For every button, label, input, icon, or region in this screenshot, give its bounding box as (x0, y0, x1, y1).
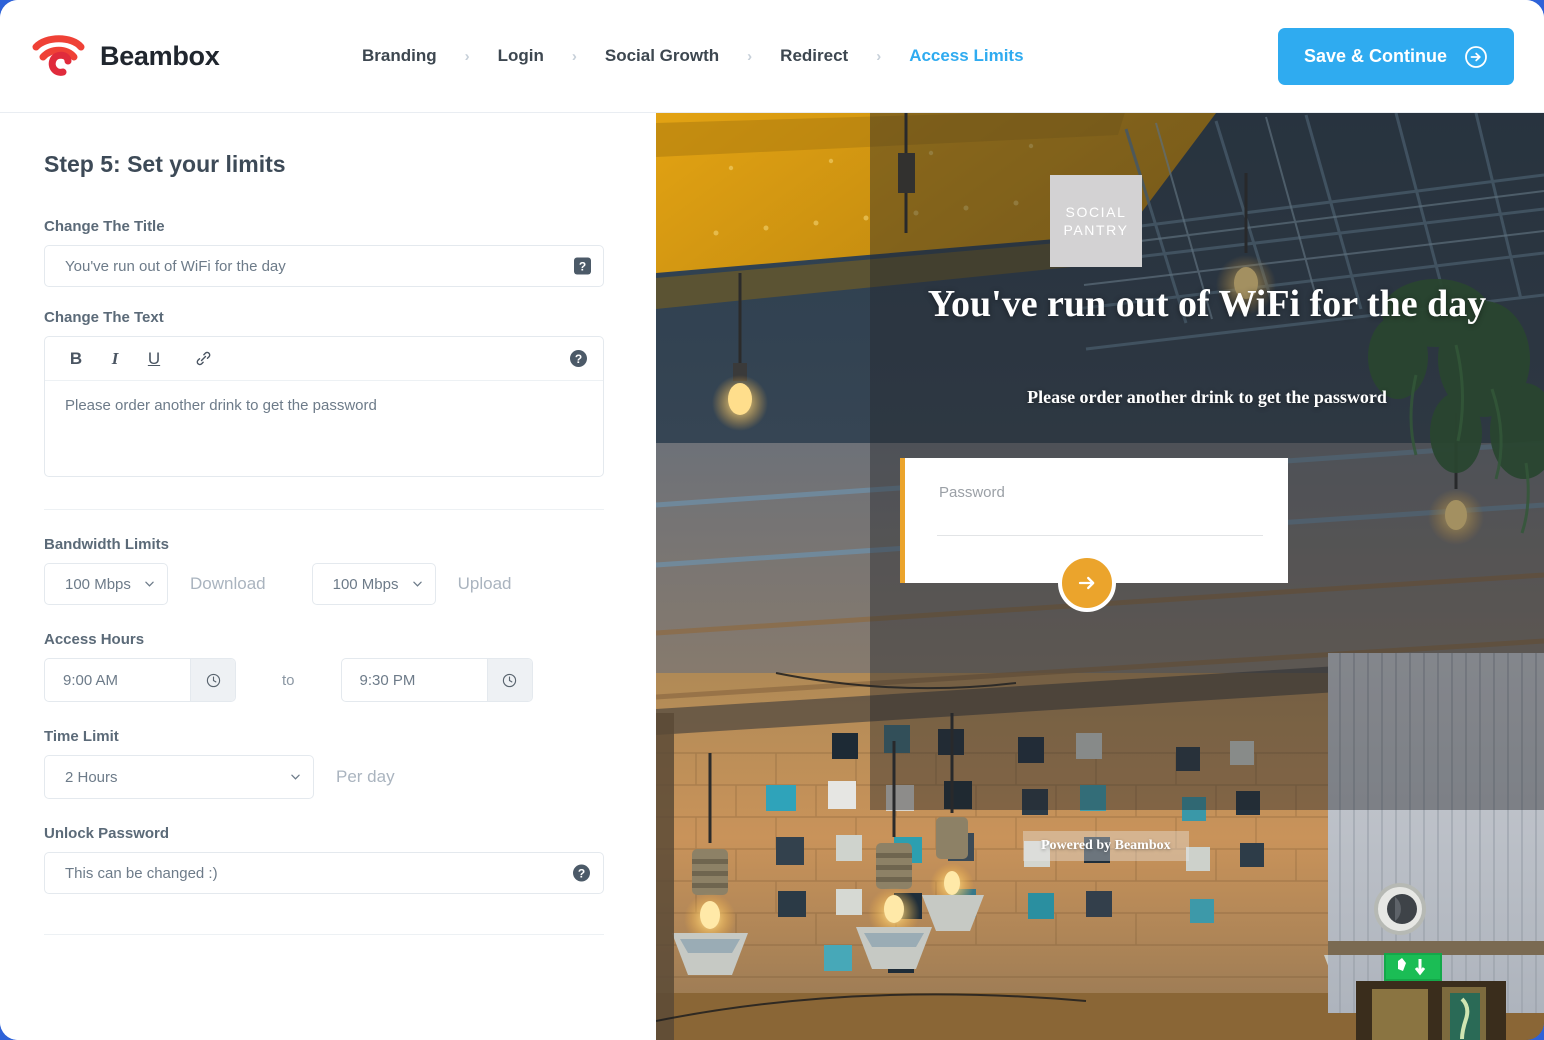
help-badge-icon[interactable]: ? (574, 257, 591, 275)
captive-portal-preview: SOCIAL PANTRY You've run out of WiFi for… (656, 113, 1544, 1040)
clock-icon-until[interactable] (486, 659, 532, 701)
access-hours-row: 9:00 AM to 9:30 PM (44, 658, 612, 702)
save-button-label: Save & Continue (1303, 46, 1447, 66)
breadcrumb-item-access-limits[interactable]: Access Limits (907, 46, 1025, 66)
brand: Beambox (30, 33, 360, 79)
app-window: Beambox Branding › Login › Social Growth… (0, 0, 1544, 1040)
beambox-wifi-logo-icon (32, 35, 85, 76)
time-limit-select[interactable]: 2 Hours (44, 755, 314, 799)
preview-password-placeholder[interactable]: Password (939, 484, 1005, 501)
brand-name: Beambox (100, 40, 220, 71)
breadcrumb-separator: › (747, 47, 753, 65)
breadcrumb-separator: › (464, 47, 470, 65)
bandwidth-limits-label: Bandwidth Limits (44, 536, 169, 553)
underline-button[interactable]: U (139, 344, 169, 374)
editor-toolbar: B I U ? (45, 337, 603, 381)
breadcrumb-item-login[interactable]: Login (496, 46, 546, 66)
save-and-continue-button[interactable]: Save & Continue (1277, 28, 1514, 85)
arrow-right-icon (1078, 576, 1095, 590)
clock-icon (502, 673, 517, 687)
time-limit-label: Time Limit (44, 728, 119, 745)
bandwidth-row: 100 Mbps Download 100 Mbps Upload (44, 563, 612, 605)
help-circle-icon[interactable]: ? (573, 864, 590, 882)
exit-sign (1384, 953, 1442, 981)
chevron-down-icon (145, 581, 154, 587)
venue-logo-line2: PANTRY (1063, 222, 1129, 238)
breadcrumb-separator: › (876, 47, 882, 65)
upload-bandwidth-value: 100 Mbps (332, 575, 399, 593)
breadcrumb-item-branding[interactable]: Branding (360, 46, 439, 66)
arrow-right-circle-icon (1465, 45, 1487, 68)
unlock-password-value: This can be changed :) (65, 864, 218, 882)
download-bandwidth-select[interactable]: 100 Mbps (44, 563, 168, 605)
section-divider-bottom (44, 934, 604, 935)
upload-label: Upload (457, 574, 512, 593)
access-hours-until-input[interactable]: 9:30 PM (340, 658, 533, 702)
rich-text-editor: B I U ? Please order another drink to ge… (44, 336, 604, 477)
change-text-value[interactable]: Please order another drink to get the pa… (45, 381, 603, 476)
link-icon-glyph (196, 351, 210, 366)
access-hours-until-value: 9:30 PM (359, 671, 416, 689)
help-circle-icon[interactable]: ? (570, 350, 587, 367)
breadcrumb-item-social-growth[interactable]: Social Growth (603, 46, 721, 66)
access-hours-from-value: 9:00 AM (63, 671, 119, 689)
download-bandwidth-value: 100 Mbps (65, 575, 131, 593)
section-divider (44, 509, 604, 510)
page-title: Step 5: Set your limits (44, 151, 286, 177)
breadcrumb-item-redirect[interactable]: Redirect (778, 46, 850, 66)
breadcrumb-separator: › (571, 47, 577, 65)
venue-logo-line1: SOCIAL (1065, 204, 1127, 220)
unlock-password-input[interactable]: This can be changed :) ? (44, 852, 604, 894)
preview-password-underline (937, 535, 1263, 536)
access-hours-to-label: to (282, 671, 295, 689)
clock-icon (206, 673, 220, 687)
access-hours-from-input[interactable]: 9:00 AM (44, 658, 236, 702)
app-header: Beambox Branding › Login › Social Growth… (0, 0, 1544, 113)
bold-button[interactable]: B (61, 344, 91, 374)
change-title-value: You've run out of WiFi for the day (65, 257, 286, 275)
change-text-label: Change The Text (44, 309, 164, 326)
chevron-down-icon (291, 774, 300, 780)
access-hours-label: Access Hours (44, 631, 145, 648)
preview-submit-button[interactable] (1058, 554, 1116, 612)
preview-hero-title: You've run out of WiFi for the day (927, 283, 1487, 325)
venue-logo: SOCIAL PANTRY (1050, 175, 1142, 267)
italic-button[interactable]: I (100, 344, 130, 374)
time-limit-suffix: Per day (336, 767, 395, 786)
download-label: Download (190, 574, 266, 593)
clock-icon-from[interactable] (190, 659, 235, 701)
link-icon[interactable] (188, 344, 218, 374)
settings-form-pane: Step 5: Set your limits Change The Title… (0, 113, 656, 1040)
change-title-label: Change The Title (44, 218, 165, 235)
chevron-down-icon (412, 581, 422, 587)
unlock-password-label: Unlock Password (44, 825, 170, 842)
time-limit-value: 2 Hours (65, 768, 118, 786)
powered-by-beambox-label: Powered by Beambox (1023, 831, 1189, 861)
upload-bandwidth-select[interactable]: 100 Mbps (311, 563, 436, 605)
preview-hero-subtitle: Please order another drink to get the pa… (1027, 387, 1387, 407)
time-limit-row: 2 Hours Per day (44, 755, 612, 799)
change-title-input[interactable]: You've run out of WiFi for the day ? (44, 245, 604, 287)
